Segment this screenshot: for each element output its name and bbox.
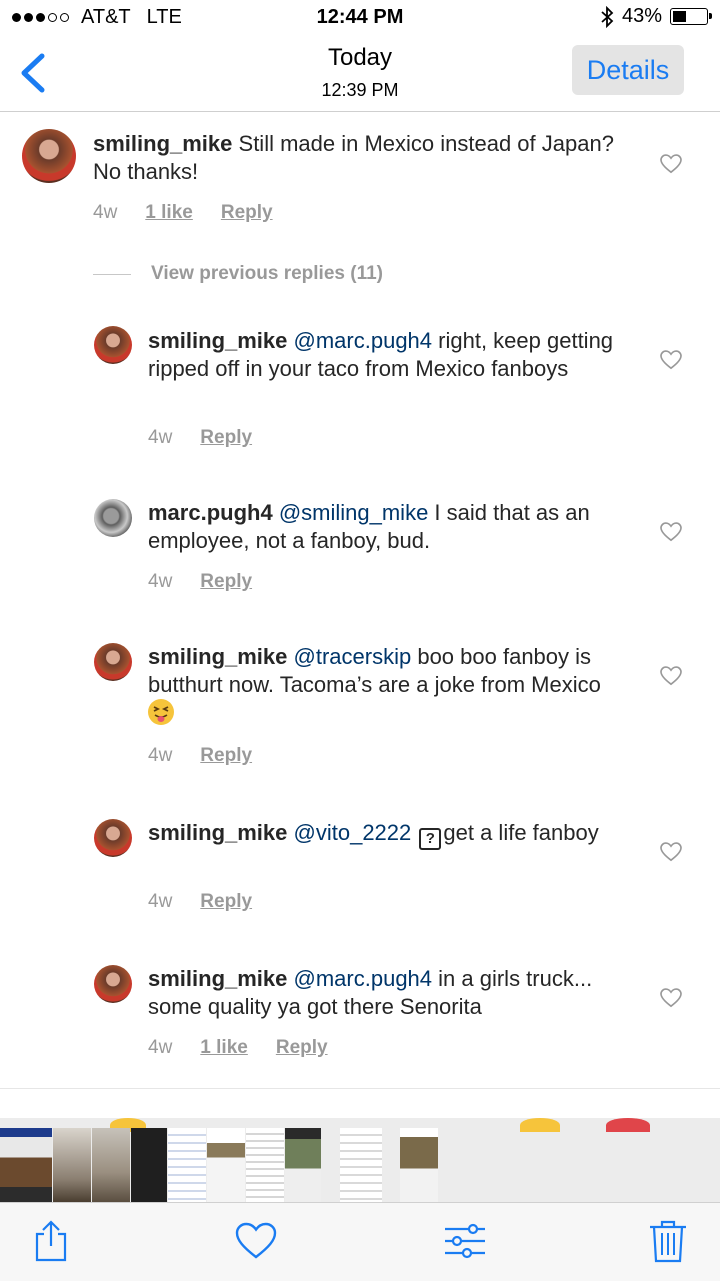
- details-button[interactable]: Details: [572, 45, 684, 95]
- reply-text: smiling_mike @marc.pugh4 in a girls truc…: [148, 965, 628, 1021]
- avatar[interactable]: [94, 965, 132, 1003]
- comment-username[interactable]: smiling_mike: [93, 131, 232, 156]
- avatar[interactable]: [22, 129, 76, 183]
- reply-username[interactable]: marc.pugh4: [148, 500, 273, 525]
- heart-icon[interactable]: [660, 988, 682, 1008]
- unknown-glyph-icon: ?: [419, 828, 442, 850]
- reply-link[interactable]: Reply: [200, 891, 252, 913]
- heart-icon[interactable]: [234, 1219, 278, 1263]
- comment-meta: 4w 1 like Reply: [93, 202, 273, 224]
- reply-text: smiling_mike @tracerskip boo boo fanboy …: [148, 643, 618, 727]
- reply-text: smiling_mike @vito_2222 ? get a life fanb…: [148, 819, 618, 850]
- likes-link[interactable]: 1 like: [145, 202, 193, 224]
- reply-link[interactable]: Reply: [200, 745, 252, 767]
- photo-thumbnail[interactable]: [131, 1128, 167, 1202]
- share-icon[interactable]: [29, 1219, 73, 1263]
- photo-thumbnail[interactable]: [207, 1128, 245, 1202]
- view-previous-label: View previous replies (11): [151, 263, 383, 284]
- avatar[interactable]: [94, 643, 132, 681]
- divider: [0, 1088, 720, 1089]
- reply-link[interactable]: Reply: [276, 1037, 328, 1059]
- heart-icon[interactable]: [660, 154, 682, 174]
- reply-mention[interactable]: @tracerskip: [294, 644, 412, 669]
- reply-text: marc.pugh4 @smiling_mike I said that as …: [148, 499, 618, 555]
- photo-thumbnail[interactable]: [92, 1128, 130, 1202]
- photo-strip[interactable]: [0, 1118, 720, 1202]
- reply-age: 4w: [148, 745, 173, 766]
- comment-age: 4w: [93, 202, 118, 223]
- emoji-peek: [520, 1118, 560, 1132]
- status-bar: AT&T LTE 12:44 PM 43%: [0, 0, 720, 36]
- heart-icon[interactable]: [660, 350, 682, 370]
- reply-mention[interactable]: @marc.pugh4: [294, 966, 433, 991]
- trash-icon[interactable]: [646, 1219, 690, 1263]
- photo-thumbnail[interactable]: [340, 1128, 382, 1202]
- avatar[interactable]: [94, 326, 132, 364]
- photo-thumbnail[interactable]: [168, 1128, 206, 1202]
- heart-icon[interactable]: [660, 842, 682, 862]
- photo-thumbnail[interactable]: [285, 1128, 321, 1202]
- photo-thumbnail[interactable]: [0, 1128, 52, 1202]
- heart-icon[interactable]: [660, 522, 682, 542]
- sliders-icon[interactable]: [443, 1219, 487, 1263]
- heart-icon[interactable]: [660, 666, 682, 686]
- divider-line: [93, 273, 131, 275]
- reply-mention[interactable]: @vito_2222: [294, 820, 412, 845]
- heart-peek: [606, 1118, 650, 1132]
- reply-username[interactable]: smiling_mike: [148, 644, 287, 669]
- bluetooth-icon: [601, 5, 614, 28]
- reply-link[interactable]: Reply: [200, 427, 252, 449]
- reply-age: 4w: [148, 891, 173, 912]
- reply-username[interactable]: smiling_mike: [148, 966, 287, 991]
- nav-bar: Today 12:39 PM Details: [0, 36, 720, 112]
- reply-meta: 4w 1 like Reply: [148, 1037, 328, 1059]
- reply-age: 4w: [148, 571, 173, 592]
- reply-age: 4w: [148, 427, 173, 448]
- likes-link[interactable]: 1 like: [200, 1037, 248, 1059]
- reply-meta: 4w Reply: [148, 571, 252, 593]
- comment-text: smiling_mike Still made in Mexico instea…: [93, 130, 633, 186]
- reply-mention[interactable]: @marc.pugh4: [294, 328, 433, 353]
- battery-icon: [670, 8, 712, 25]
- battery-percent: 43%: [621, 5, 662, 27]
- photo-thumbnail[interactable]: [53, 1128, 91, 1202]
- reply-meta: 4w Reply: [148, 891, 252, 913]
- reply-age: 4w: [148, 1037, 173, 1058]
- tongue-emoji-icon: [148, 699, 174, 725]
- photo-thumbnail[interactable]: [246, 1128, 284, 1202]
- reply-link[interactable]: Reply: [221, 202, 273, 224]
- reply-mention[interactable]: @smiling_mike: [279, 500, 428, 525]
- reply-username[interactable]: smiling_mike: [148, 820, 287, 845]
- reply-username[interactable]: smiling_mike: [148, 328, 287, 353]
- reply-link[interactable]: Reply: [200, 571, 252, 593]
- photo-thumbnail[interactable]: [400, 1128, 438, 1202]
- reply-text: smiling_mike @marc.pugh4 right, keep get…: [148, 327, 618, 383]
- reply-meta: 4w Reply: [148, 427, 252, 449]
- avatar[interactable]: [94, 499, 132, 537]
- view-previous-replies[interactable]: View previous replies (11): [93, 263, 383, 285]
- reply-meta: 4w Reply: [148, 745, 252, 767]
- reply-body: get a life fanboy: [443, 820, 599, 845]
- avatar[interactable]: [94, 819, 132, 857]
- status-right: 43%: [600, 5, 712, 28]
- bottom-toolbar: [0, 1202, 720, 1281]
